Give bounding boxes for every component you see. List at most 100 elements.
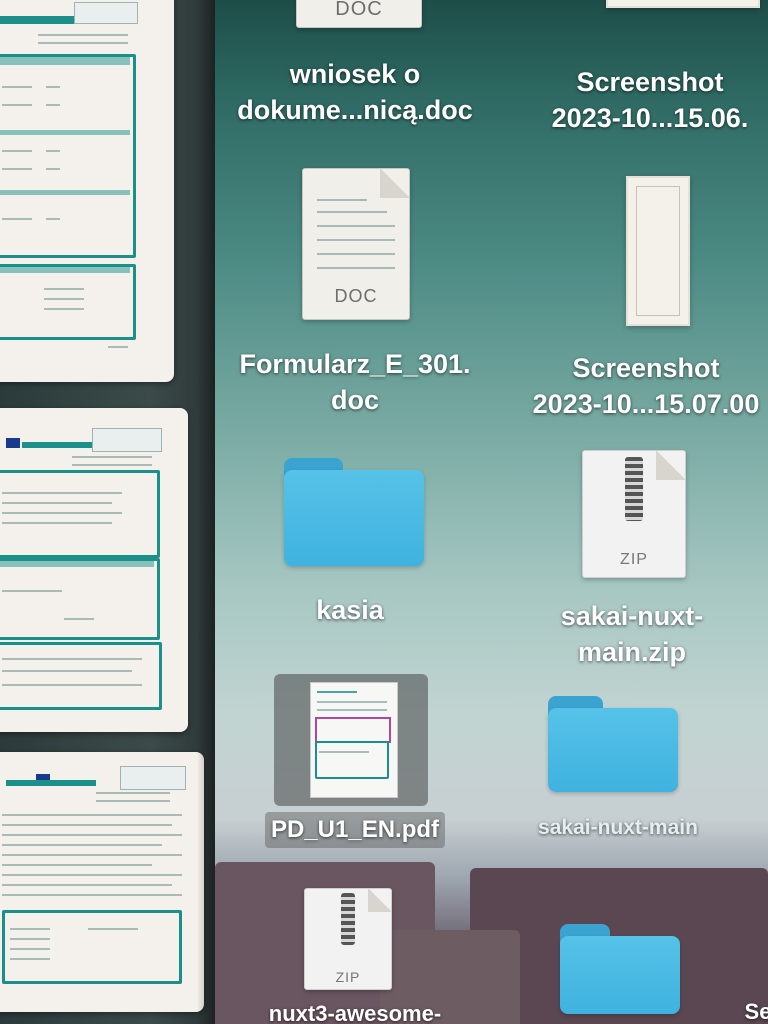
icon-label: wniosek o dokume...nicą.doc [237, 59, 473, 125]
form-text-line [2, 670, 132, 672]
icon-label: nuxt3-awesome- [268, 1001, 442, 1024]
form-text-line [2, 522, 112, 524]
form-text-line [10, 948, 50, 950]
screenshot-file-icon [606, 0, 760, 8]
form-text-line [2, 168, 32, 170]
form-title-box [120, 766, 186, 790]
form-text-line [44, 298, 84, 300]
zip-ext-label: ZIP [335, 969, 361, 985]
zipper-icon [341, 893, 355, 945]
folder-body [560, 936, 680, 1014]
form-text-line [46, 150, 60, 152]
form-text-line [46, 104, 60, 106]
icon-label: Screenshot 2023-10...15.07.00 [532, 353, 760, 419]
form-text-line [72, 456, 152, 458]
desktop-icon-sakai-folder[interactable]: sakai-nuxt-main [520, 680, 768, 860]
desktop-icon-screenshot-1[interactable]: Screenshot 2023-10...15.06. [520, 0, 768, 140]
form-section-band [0, 57, 130, 65]
form-text-line [38, 42, 128, 44]
form-text-line [46, 218, 60, 220]
desktop-icon-screenshot-2[interactable]: Screenshot 2023-10...15.07.00 [510, 160, 768, 420]
doc-text-line [317, 267, 395, 269]
form-text-line [2, 218, 32, 220]
form-text-line [2, 864, 152, 866]
folder-body [284, 470, 424, 566]
zipper-icon [625, 457, 643, 521]
form-text-line [10, 958, 50, 960]
form-section-band [0, 130, 130, 135]
doc-text-line [317, 225, 395, 227]
pdf-form-section [315, 741, 389, 779]
form-text-line [44, 308, 84, 310]
desktop-icon-nuxt3-zip[interactable]: ZIP nuxt3-awesome- [230, 880, 480, 1024]
pdf-thumbnail-icon [310, 682, 398, 798]
doc-ext-label: DOC [334, 286, 378, 306]
doc-text-line [317, 199, 367, 201]
doc-text-line [317, 239, 395, 241]
form-text-line [46, 86, 60, 88]
form-text-line [2, 854, 182, 856]
form-section [0, 642, 162, 710]
form-text-line [2, 658, 142, 660]
zip-fold [368, 888, 392, 912]
doc-file-icon: DOC [302, 168, 410, 320]
form-section-band [0, 190, 130, 195]
form-text-line [88, 928, 138, 930]
desktop-icon-folder-bottom[interactable]: Se [540, 910, 768, 1024]
form-text-line [2, 884, 172, 886]
form-text-line [2, 834, 182, 836]
preview-page-1[interactable] [0, 0, 174, 382]
desktop-icon-formularz[interactable]: DOC Formularz_E_301. doc [210, 160, 500, 420]
form-title-box [74, 2, 138, 24]
desktop-icon-kasia[interactable]: kasia [230, 440, 470, 640]
folder-icon [284, 458, 424, 566]
form-section [0, 264, 136, 340]
form-text-line [2, 590, 62, 592]
form-text-line [2, 814, 182, 816]
desktop-icon-pd-u1[interactable]: PD_U1_EN.pdf [230, 670, 480, 850]
pdf-text-line [317, 691, 357, 693]
preview-page-2[interactable] [0, 408, 188, 732]
form-text-line [2, 512, 122, 514]
folder-icon [560, 924, 680, 1014]
form-text-line [2, 104, 32, 106]
zip-ext-label: ZIP [620, 551, 648, 568]
form-text-line [2, 86, 32, 88]
form-text-line [2, 874, 182, 876]
form-text-line [96, 800, 170, 802]
icon-label: Screenshot 2023-10...15.06. [551, 67, 749, 133]
icon-label: kasia [316, 595, 384, 625]
zip-file-icon: ZIP [304, 888, 392, 990]
form-text-line [10, 938, 50, 940]
doc-ext-label: DOC [335, 0, 383, 20]
form-header-band [22, 442, 92, 448]
preview-page-3[interactable] [0, 752, 204, 1012]
icon-label: PD_U1_EN.pdf [264, 812, 446, 848]
pdf-text-line [317, 709, 387, 711]
desktop-icon-wniosek[interactable]: DOC wniosek o dokume...nicą.doc [210, 0, 500, 140]
folder-body [548, 708, 678, 792]
doc-file-icon: DOC [296, 0, 422, 28]
form-text-line [96, 792, 170, 794]
pdf-highlight-box [315, 717, 391, 743]
icon-label: sakai-nuxt-main [538, 816, 698, 839]
zip-fold [656, 450, 686, 480]
form-text-line [2, 150, 32, 152]
form-text-line [2, 844, 162, 846]
icon-label: Se [744, 999, 768, 1024]
eu-flag-icon [6, 438, 20, 448]
pdf-text-line [319, 751, 369, 753]
form-section [0, 470, 160, 558]
form-text-line [108, 346, 128, 348]
form-text-line [2, 894, 182, 896]
form-text-line [2, 492, 122, 494]
icon-label: sakai-nuxt- main.zip [560, 601, 704, 667]
form-title-box [92, 428, 162, 452]
desktop-icon-sakai-zip[interactable]: ZIP sakai-nuxt- main.zip [520, 440, 768, 670]
form-text-line [44, 288, 84, 290]
doc-text-line [317, 253, 395, 255]
form-text-line [2, 684, 142, 686]
form-section-band [0, 561, 154, 567]
form-section [2, 910, 182, 984]
pdf-text-line [317, 701, 387, 703]
